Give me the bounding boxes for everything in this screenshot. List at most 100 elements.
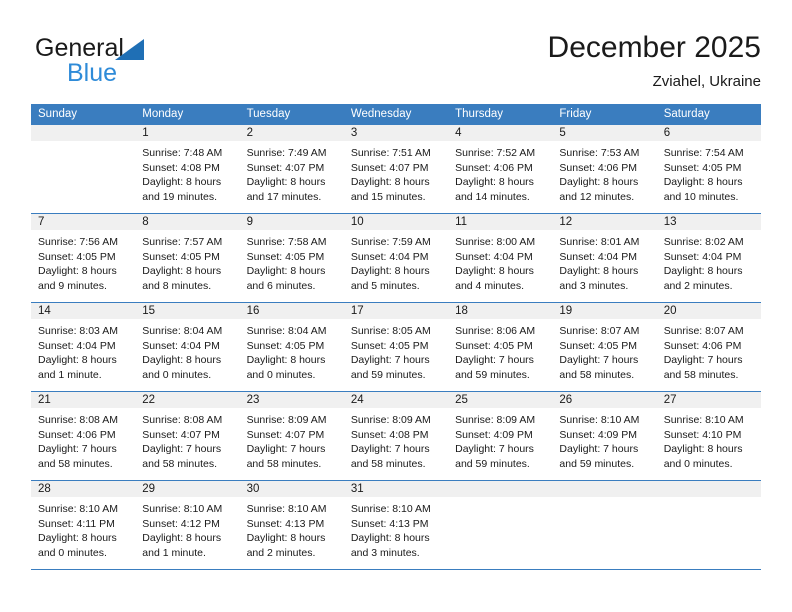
day-cell[interactable]: 21 Sunrise: 8:08 AM Sunset: 4:06 PM Dayl… [31,392,136,480]
day-cell[interactable]: 8 Sunrise: 7:57 AM Sunset: 4:05 PM Dayli… [135,214,240,302]
day-cell[interactable]: 4 Sunrise: 7:52 AM Sunset: 4:06 PM Dayli… [448,125,553,213]
day-number: 13 [663,216,677,228]
daylight-text-line2: and 6 minutes. [246,279,316,292]
sunset-text: Sunset: 4:04 PM [559,250,638,263]
day-cell[interactable]: 28 Sunrise: 8:10 AM Sunset: 4:11 PM Dayl… [31,481,136,569]
day-number-band: 24 [343,392,449,409]
day-cell[interactable] [656,481,761,569]
day-cell[interactable]: 12 Sunrise: 8:01 AM Sunset: 4:04 PM Dayl… [552,214,657,302]
sunrise-text: Sunrise: 8:04 AM [246,325,327,337]
day-number-band: 13 [656,214,761,231]
sunset-text: Sunset: 4:04 PM [455,250,533,263]
day-cell[interactable]: 1 Sunrise: 7:48 AM Sunset: 4:08 PM Dayli… [135,125,240,213]
daylight-text-line2: and 12 minutes. [559,190,635,203]
day-cell[interactable]: 25 Sunrise: 8:09 AM Sunset: 4:09 PM Dayl… [448,392,553,480]
day-cell[interactable]: 24 Sunrise: 8:09 AM Sunset: 4:08 PM Dayl… [343,392,449,480]
day-info: Sunrise: 7:56 AM Sunset: 4:05 PM Dayligh… [31,231,135,293]
sunrise-text: Sunrise: 8:10 AM [559,414,640,426]
daylight-text-line2: and 10 minutes. [663,190,739,203]
sunrise-text: Sunrise: 8:09 AM [350,414,431,426]
page-title: December 2025 [547,31,761,64]
day-cell[interactable]: 3 Sunrise: 7:51 AM Sunset: 4:07 PM Dayli… [343,125,449,213]
day-info: Sunrise: 8:06 AM Sunset: 4:05 PM Dayligh… [448,320,552,382]
sunset-text: Sunset: 4:05 PM [455,339,533,352]
day-cell[interactable]: 7 Sunrise: 7:56 AM Sunset: 4:05 PM Dayli… [31,214,136,302]
day-number-band [31,125,136,142]
day-cell[interactable]: 31 Sunrise: 8:10 AM Sunset: 4:13 PM Dayl… [343,481,449,569]
day-number-band: 14 [31,303,136,320]
day-cell[interactable]: 29 Sunrise: 8:10 AM Sunset: 4:12 PM Dayl… [135,481,240,569]
day-number: 8 [142,216,149,228]
weekday-header-sunday: Sunday [38,108,78,120]
sunrise-text: Sunrise: 8:01 AM [559,236,640,248]
daylight-text-line2: and 0 minutes. [142,368,212,381]
day-cell[interactable]: 11 Sunrise: 8:00 AM Sunset: 4:04 PM Dayl… [448,214,553,302]
day-number: 12 [559,216,573,228]
sunrise-text: Sunrise: 8:03 AM [38,325,118,337]
day-number: 11 [455,216,468,228]
sunset-text: Sunset: 4:06 PM [38,428,116,441]
day-number-band: 15 [135,303,240,320]
day-cell[interactable]: 14 Sunrise: 8:03 AM Sunset: 4:04 PM Dayl… [31,303,136,391]
daylight-text-line1: Daylight: 8 hours [246,265,326,277]
day-cell[interactable]: 23 Sunrise: 8:09 AM Sunset: 4:07 PM Dayl… [239,392,344,480]
day-cell[interactable] [552,481,657,569]
daylight-text-line1: Daylight: 7 hours [350,443,430,455]
day-cell[interactable]: 22 Sunrise: 8:08 AM Sunset: 4:07 PM Dayl… [135,392,240,480]
day-number: 4 [455,127,462,139]
day-info [448,498,552,502]
day-cell[interactable]: 16 Sunrise: 8:04 AM Sunset: 4:05 PM Dayl… [239,303,344,391]
daylight-text-line2: and 4 minutes. [455,279,525,292]
daylight-text-line1: Daylight: 8 hours [142,354,222,366]
daylight-text-line2: and 8 minutes. [142,279,212,292]
sunrise-text: Sunrise: 8:08 AM [38,414,118,426]
day-cell[interactable]: 27 Sunrise: 8:10 AM Sunset: 4:10 PM Dayl… [656,392,761,480]
day-cell[interactable]: 20 Sunrise: 8:07 AM Sunset: 4:06 PM Dayl… [656,303,761,391]
sunrise-text: Sunrise: 7:51 AM [350,147,431,159]
sunrise-text: Sunrise: 7:53 AM [559,147,640,159]
day-number-band [448,481,553,498]
sunset-text: Sunset: 4:06 PM [455,161,533,174]
sunset-text: Sunset: 4:05 PM [663,161,742,174]
day-cell[interactable]: 5 Sunrise: 7:53 AM Sunset: 4:06 PM Dayli… [552,125,657,213]
day-cell[interactable] [31,125,136,213]
day-cell[interactable]: 10 Sunrise: 7:59 AM Sunset: 4:04 PM Dayl… [343,214,449,302]
day-info: Sunrise: 8:10 AM Sunset: 4:13 PM Dayligh… [344,498,448,560]
sunset-text: Sunset: 4:13 PM [350,517,429,530]
day-cell[interactable]: 30 Sunrise: 8:10 AM Sunset: 4:13 PM Dayl… [239,481,344,569]
day-number-band: 20 [656,303,761,320]
day-number: 24 [350,394,364,406]
sunset-text: Sunset: 4:04 PM [38,339,116,352]
sunset-text: Sunset: 4:07 PM [142,428,220,441]
day-number: 26 [559,394,573,406]
day-info: Sunrise: 7:48 AM Sunset: 4:08 PM Dayligh… [135,142,239,204]
day-number: 20 [663,305,677,317]
general-blue-logo[interactable]: General Blue [35,34,255,94]
day-number-band: 17 [343,303,449,320]
daylight-text-line1: Daylight: 8 hours [246,176,326,188]
day-info [657,498,761,502]
logo-general-text: General [35,34,124,62]
sunrise-text: Sunrise: 7:54 AM [663,147,744,159]
day-cell[interactable]: 17 Sunrise: 8:05 AM Sunset: 4:05 PM Dayl… [343,303,449,391]
day-number: 14 [38,305,51,317]
day-cell[interactable] [448,481,553,569]
day-cell[interactable]: 26 Sunrise: 8:10 AM Sunset: 4:09 PM Dayl… [552,392,657,480]
day-cell[interactable]: 15 Sunrise: 8:04 AM Sunset: 4:04 PM Dayl… [135,303,240,391]
day-number: 30 [246,483,260,495]
daylight-text-line1: Daylight: 7 hours [559,354,639,366]
day-info: Sunrise: 7:52 AM Sunset: 4:06 PM Dayligh… [448,142,552,204]
week-row: 21 Sunrise: 8:08 AM Sunset: 4:06 PM Dayl… [31,392,761,481]
day-cell[interactable]: 6 Sunrise: 7:54 AM Sunset: 4:05 PM Dayli… [656,125,761,213]
day-cell[interactable]: 9 Sunrise: 7:58 AM Sunset: 4:05 PM Dayli… [239,214,344,302]
day-number-band: 1 [135,125,240,142]
day-cell[interactable]: 18 Sunrise: 8:06 AM Sunset: 4:05 PM Dayl… [448,303,553,391]
sunset-text: Sunset: 4:13 PM [246,517,325,530]
day-cell[interactable]: 19 Sunrise: 8:07 AM Sunset: 4:05 PM Dayl… [552,303,657,391]
daylight-text-line2: and 1 minute. [38,368,102,381]
daylight-text-line2: and 0 minutes. [663,457,733,470]
day-cell[interactable]: 13 Sunrise: 8:02 AM Sunset: 4:04 PM Dayl… [656,214,761,302]
day-number-band: 18 [448,303,553,320]
day-cell[interactable]: 2 Sunrise: 7:49 AM Sunset: 4:07 PM Dayli… [239,125,344,213]
day-number: 1 [142,127,149,139]
